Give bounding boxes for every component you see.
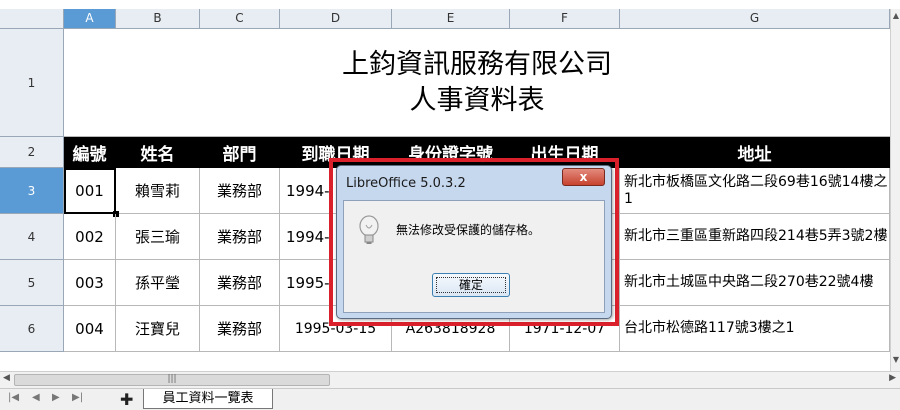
title-merged-cell[interactable]: 上鈞資訊服務有限公司 人事資料表	[64, 29, 890, 137]
vertical-scrollbar[interactable]: ▲ ▼	[890, 9, 900, 371]
plus-icon[interactable]: ✚	[120, 390, 133, 409]
horizontal-scroll-thumb[interactable]: |||	[14, 374, 330, 386]
cell-id[interactable]: 002	[64, 214, 116, 260]
scroll-left-icon[interactable]: ◀	[3, 373, 10, 383]
ok-button[interactable]: 確定	[432, 273, 510, 297]
scroll-right-icon[interactable]: ▶	[889, 373, 896, 383]
cell-name[interactable]: 孫平瑩	[116, 260, 200, 306]
dialog-body: 無法修改受保護的儲存格。 確定	[343, 200, 605, 313]
row-header-3[interactable]: 3	[0, 168, 64, 214]
horizontal-scrollbar[interactable]: ◀ ||| ▶	[0, 371, 900, 388]
lightbulb-icon	[359, 215, 379, 244]
company-title: 上鈞資訊服務有限公司	[342, 48, 612, 80]
first-sheet-icon[interactable]: |◀	[8, 392, 19, 403]
column-header-f[interactable]: F	[510, 9, 620, 29]
cell-address[interactable]: 台北市松德路117號3樓之1	[620, 306, 890, 352]
cell-name[interactable]: 汪寶兒	[116, 306, 200, 352]
cell-dept[interactable]: 業務部	[200, 306, 280, 352]
next-sheet-icon[interactable]: ▶	[52, 392, 60, 403]
column-header-b[interactable]: B	[116, 9, 200, 29]
cell-id[interactable]: 004	[64, 306, 116, 352]
sheet-tab-bar: |◀ ◀ ▶ ▶| ✚ 員工資料一覽表	[0, 388, 900, 410]
cell-id[interactable]: 001	[64, 168, 116, 214]
dialog-message: 無法修改受保護的儲存格。	[396, 223, 541, 237]
cell-address[interactable]: 新北市板橋區文化路二段69巷16號14樓之1	[620, 168, 890, 214]
column-header-d[interactable]: D	[280, 9, 392, 29]
header-id[interactable]: 編號	[64, 137, 116, 168]
row-header-6[interactable]: 6	[0, 306, 64, 352]
last-sheet-icon[interactable]: ▶|	[72, 392, 83, 403]
top-strip	[0, 0, 900, 9]
dialog-close-button[interactable]: x	[562, 168, 605, 186]
sheet-tab[interactable]: 員工資料一覽表	[143, 389, 273, 409]
cell-address[interactable]: 新北市三重區重新路四段214巷5弄3號2樓	[620, 214, 890, 260]
column-header-a[interactable]: A	[64, 9, 116, 29]
cell-dept[interactable]: 業務部	[200, 168, 280, 214]
previous-sheet-icon[interactable]: ◀	[32, 392, 40, 403]
cell-name[interactable]: 張三瑜	[116, 214, 200, 260]
cell-dept[interactable]: 業務部	[200, 214, 280, 260]
row-header-5[interactable]: 5	[0, 260, 64, 306]
cell-name[interactable]: 賴雪莉	[116, 168, 200, 214]
row-header-1[interactable]: 1	[0, 29, 64, 137]
dialog-title: LibreOffice 5.0.3.2	[346, 176, 466, 191]
column-header-g[interactable]: G	[620, 9, 890, 29]
focus-rectangle	[436, 277, 506, 293]
row-header-2[interactable]: 2	[0, 137, 64, 168]
column-header-c[interactable]: C	[200, 9, 280, 29]
protected-cell-dialog: LibreOffice 5.0.3.2 x 無法修改受保護的儲存格。 確定	[336, 165, 612, 319]
select-all-corner[interactable]	[0, 9, 64, 29]
header-address[interactable]: 地址	[620, 137, 890, 168]
cell-id[interactable]: 003	[64, 260, 116, 306]
sheet-title: 人事資料表	[409, 84, 545, 116]
header-name[interactable]: 姓名	[116, 137, 200, 168]
header-dept[interactable]: 部門	[200, 137, 280, 168]
scroll-down-icon[interactable]: ▼	[891, 355, 900, 364]
cell-dept[interactable]: 業務部	[200, 260, 280, 306]
cell-address[interactable]: 新北市土城區中央路二段270巷22號4樓	[620, 260, 890, 306]
column-header-e[interactable]: E	[392, 9, 510, 29]
row-header-4[interactable]: 4	[0, 214, 64, 260]
scroll-up-icon[interactable]: ▲	[891, 11, 900, 20]
